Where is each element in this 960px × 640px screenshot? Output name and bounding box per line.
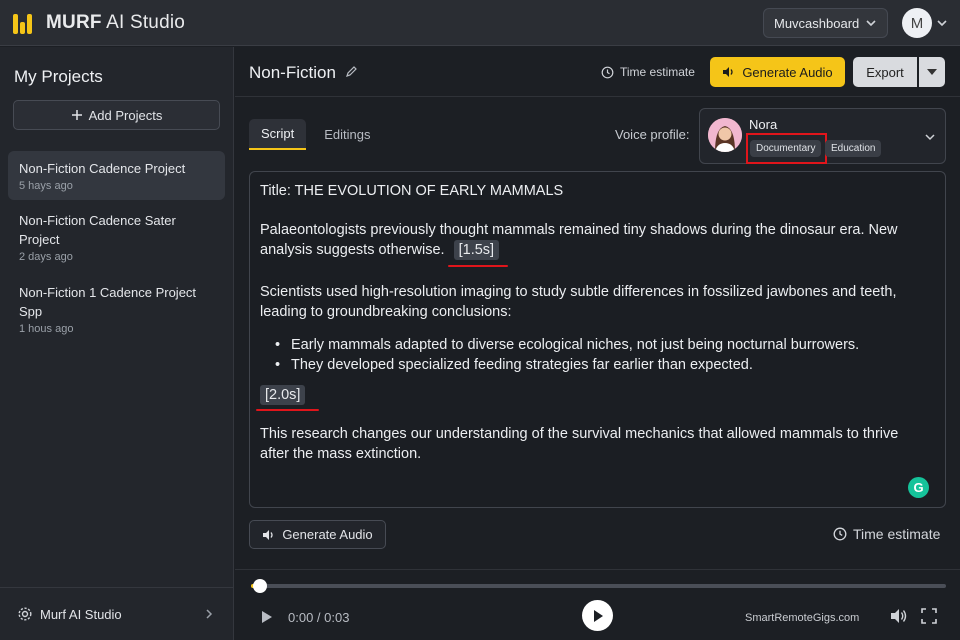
time-estimate-label: Time estimate: [853, 526, 941, 542]
voice-tag-education: Education: [825, 140, 882, 157]
add-projects-button[interactable]: Add Projects: [13, 100, 220, 130]
export-control: Export: [853, 57, 945, 87]
pencil-icon[interactable]: [345, 65, 358, 78]
script-editor[interactable]: Title: THE EVOLUTION OF EARLY MAMMALS Pa…: [249, 171, 946, 508]
script-line: This research changes our understanding …: [260, 426, 899, 442]
project-header: Non-Fiction Time estimate Generate Audio…: [235, 47, 960, 97]
main-panel: Non-Fiction Time estimate Generate Audio…: [235, 47, 960, 640]
clock-icon: [833, 527, 847, 541]
add-projects-label: Add Projects: [88, 107, 163, 123]
chevron-down-icon: [866, 20, 876, 27]
time-estimate-label: Time estimate: [620, 65, 695, 79]
clock-icon: [601, 66, 614, 78]
project-item[interactable]: Non-Fiction 1 Cadence Project Spp 1 hous…: [8, 275, 225, 343]
pause-tag[interactable]: [1.5s]: [453, 240, 500, 260]
voice-profile-label: Voice profile:: [615, 127, 690, 142]
audio-player: 0:00 / 0:03 SmartRemoteGigs.com: [235, 569, 960, 640]
speaker-icon: [723, 67, 733, 77]
chevron-down-icon[interactable]: [936, 17, 948, 29]
script-line: after the mass extinction.: [260, 446, 422, 462]
generate-audio-label: Generate Audio: [742, 64, 833, 80]
watermark-text: SmartRemoteGigs.com: [745, 612, 860, 624]
project-item[interactable]: Non-Fiction Cadence Project 5 hays ago: [8, 151, 225, 200]
red-underline: [448, 265, 508, 267]
plus-icon: [71, 110, 82, 120]
speaker-icon: [263, 529, 273, 540]
pause-tag[interactable]: [2.0s]: [260, 385, 306, 405]
volume-icon[interactable]: [890, 608, 908, 624]
generate-audio-button-bottom[interactable]: Generate Audio: [249, 520, 386, 549]
progress-knob[interactable]: [253, 579, 267, 593]
user-avatar[interactable]: M: [902, 8, 932, 38]
project-name: Non-Fiction Cadence Sater Project: [19, 213, 176, 247]
caret-down-icon: [927, 69, 937, 75]
red-underline: [256, 409, 319, 411]
logo-brand: MURF: [46, 12, 102, 33]
generate-audio-label: Generate Audio: [282, 527, 373, 542]
voice-avatar: [708, 118, 742, 152]
script-line: [2.0s]: [260, 385, 306, 405]
script-line: Scientists used high-resolution imaging …: [260, 284, 897, 300]
project-date: 1 hous ago: [19, 323, 74, 335]
footer-label: Murf AI Studio: [40, 607, 122, 622]
chevron-right-icon: [206, 609, 213, 619]
murf-logo-icon: [12, 10, 38, 36]
script-line: analysis suggests otherwise. [1.5s]: [260, 240, 500, 260]
voice-name: Nora: [749, 117, 778, 132]
grammarly-icon[interactable]: G: [908, 477, 929, 498]
editor-tabs: Script Editings: [249, 119, 382, 150]
project-date: 2 days ago: [19, 251, 73, 263]
murf-logo[interactable]: MURF AI Studio: [12, 10, 185, 36]
export-dropdown[interactable]: [919, 57, 945, 87]
tab-editings[interactable]: Editings: [312, 119, 382, 150]
script-line: Palaeontologists previously thought mamm…: [260, 222, 898, 238]
playback-time: 0:00 / 0:03: [288, 610, 350, 625]
project-name: Non-Fiction Cadence Project: [19, 161, 186, 176]
voice-profile-selector[interactable]: Nora Documentary Education: [699, 108, 946, 164]
sidebar-footer[interactable]: Murf AI Studio: [0, 587, 234, 640]
script-text: analysis suggests otherwise.: [260, 242, 445, 258]
time-estimate-bottom[interactable]: Time estimate: [833, 526, 940, 542]
list-item: They developed specialized feeding strat…: [275, 355, 859, 375]
page-title: Non-Fiction: [249, 63, 336, 82]
script-title-line: Title: THE EVOLUTION OF EARLY MAMMALS: [260, 183, 564, 199]
play-icon: [593, 609, 603, 622]
gear-icon: [18, 607, 32, 621]
sidebar-title: My Projects: [14, 67, 103, 86]
list-item: Early mammals adapted to diverse ecologi…: [275, 335, 859, 355]
chevron-down-icon: [925, 134, 935, 141]
script-bullet-list: Early mammals adapted to diverse ecologi…: [275, 335, 859, 375]
play-button[interactable]: [582, 600, 613, 631]
progress-track[interactable]: [251, 579, 946, 593]
logo-product: AI Studio: [101, 12, 186, 33]
time-estimate-top[interactable]: Time estimate: [601, 65, 695, 79]
project-item[interactable]: Non-Fiction Cadence Sater Project 2 days…: [8, 203, 225, 271]
tab-script[interactable]: Script: [249, 119, 307, 150]
top-bar: MURF AI Studio Muvcashboard M: [0, 0, 960, 46]
highlight-box: [746, 133, 827, 164]
project-name: Non-Fiction 1 Cadence Project Spp: [19, 285, 197, 319]
export-button[interactable]: Export: [853, 57, 917, 87]
script-line: leading to groundbreaking conclusions:: [260, 304, 512, 320]
sidebar: My Projects Add Projects Non-Fiction Cad…: [0, 47, 234, 640]
project-date: 5 hays ago: [19, 180, 73, 192]
fullscreen-icon[interactable]: [921, 608, 937, 624]
workspace-name: Muvcashboard: [774, 15, 860, 31]
play-icon[interactable]: [261, 610, 273, 624]
workspace-dropdown[interactable]: Muvcashboard: [763, 8, 888, 38]
generate-audio-button[interactable]: Generate Audio: [710, 57, 845, 87]
